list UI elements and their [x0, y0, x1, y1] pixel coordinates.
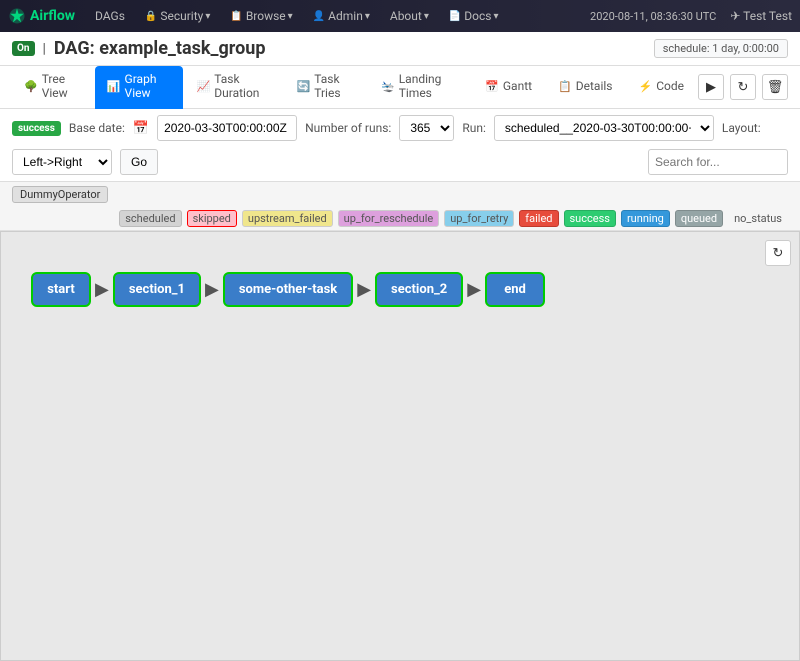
status-badge: success [12, 121, 61, 136]
nav-admin[interactable]: 👤 Admin ▾ [305, 0, 378, 32]
dag-name: example_task_group [99, 38, 265, 59]
legend-skipped: skipped [187, 210, 237, 227]
controls-bar: success Base date: 📅 Number of runs: 365… [0, 109, 800, 182]
gantt-icon: 📅 [485, 80, 499, 93]
layout-label: Layout: [722, 121, 761, 135]
dag-header: On | DAG: example_task_group schedule: 1… [0, 32, 800, 66]
tab-details[interactable]: 📋 Details [546, 73, 624, 102]
layout-select[interactable]: Left->Right Top->Bottom [12, 149, 112, 175]
run-select[interactable]: scheduled__2020-03-30T00:00:00+00:00 [494, 115, 714, 141]
arrow-1: ▶ [95, 279, 109, 300]
legend-scheduled: scheduled [119, 210, 181, 227]
node-start[interactable]: start [31, 272, 91, 307]
legend-failed: failed [519, 210, 558, 227]
main-content: scheduled skipped upstream_failed up_for… [0, 207, 800, 661]
tab-tree-view[interactable]: 🌳 Tree View [12, 66, 93, 109]
base-date-input[interactable] [157, 115, 297, 141]
refresh-button[interactable]: ↻ [730, 74, 756, 100]
tab-gantt[interactable]: 📅 Gantt [473, 73, 544, 102]
nav-browse[interactable]: 📋 Browse ▾ [222, 0, 300, 32]
nav-dags[interactable]: DAGs [87, 0, 133, 32]
play-button[interactable]: ▶ [698, 74, 724, 100]
tab-graph-view[interactable]: 📊 Graph View [95, 66, 183, 109]
legend-upstream-failed: upstream_failed [242, 210, 333, 227]
brand-logo[interactable]: Airflow [8, 7, 75, 25]
tree-icon: 🌳 [24, 80, 38, 93]
code-icon: ⚡ [639, 80, 653, 93]
tab-landing-times[interactable]: 🛬 Landing Times [369, 66, 471, 109]
dag-title: DAG: example_task_group [54, 38, 266, 59]
node-section-1[interactable]: section_1 [113, 272, 201, 307]
tries-icon: 🔄 [297, 80, 311, 93]
nav-about[interactable]: About ▾ [382, 0, 437, 32]
tab-details-label: Details [576, 79, 613, 93]
tab-tries-label: Task Tries [314, 72, 355, 100]
calendar-icon[interactable]: 📅 [133, 121, 149, 136]
tabs-bar: 🌳 Tree View 📊 Graph View 📈 Task Duration… [0, 66, 800, 109]
operator-tag-bar: DummyOperator [0, 182, 800, 207]
delete-button[interactable]: 🗑 [762, 74, 788, 100]
node-end[interactable]: end [485, 272, 545, 307]
legend-running: running [621, 210, 670, 227]
brand-label: Airflow [30, 8, 75, 24]
arrow-3: ▶ [357, 279, 371, 300]
legend-up-for-retry: up_for_retry [444, 210, 514, 227]
dag-flow: start ▶ section_1 ▶ some-other-task ▶ se… [1, 232, 799, 347]
run-label: Run: [462, 121, 486, 135]
duration-icon: 📈 [197, 80, 211, 93]
tab-gantt-label: Gantt [503, 79, 532, 93]
legend-no-status: no_status [728, 210, 788, 227]
status-legend: scheduled skipped upstream_failed up_for… [0, 207, 800, 231]
arrow-2: ▶ [205, 279, 219, 300]
tab-task-tries[interactable]: 🔄 Task Tries [285, 66, 367, 109]
dag-pipe: | [43, 41, 46, 57]
tab-code[interactable]: ⚡ Code [627, 73, 697, 102]
tab-tree-label: Tree View [42, 72, 81, 100]
num-runs-select[interactable]: 365 100 25 [399, 115, 454, 141]
node-section-2[interactable]: section_2 [375, 272, 463, 307]
schedule-badge: schedule: 1 day, 0:00:00 [654, 39, 788, 58]
user-display: ✈ Test Test [720, 9, 792, 23]
legend-queued: queued [675, 210, 723, 227]
top-navbar: Airflow DAGs 🔒 Security ▾ 📋 Browse ▾ 👤 A… [0, 0, 800, 32]
graph-icon: 📊 [107, 80, 121, 93]
operator-tag[interactable]: DummyOperator [12, 186, 108, 203]
go-button[interactable]: Go [120, 149, 158, 175]
tab-task-duration[interactable]: 📈 Task Duration [185, 66, 283, 109]
base-date-label: Base date: [69, 121, 125, 135]
num-runs-label: Number of runs: [305, 121, 391, 135]
legend-up-for-reschedule: up_for_reschedule [338, 210, 440, 227]
node-some-other-task[interactable]: some-other-task [223, 272, 353, 307]
graph-refresh-button[interactable]: ↻ [765, 240, 791, 266]
details-icon: 📋 [558, 80, 572, 93]
datetime-display: 2020-08-11, 08:36:30 UTC [590, 10, 716, 23]
dag-toggle[interactable]: On [12, 41, 35, 56]
arrow-4: ▶ [467, 279, 481, 300]
tab-code-label: Code [656, 79, 684, 93]
search-input[interactable] [648, 149, 788, 175]
landing-icon: 🛬 [381, 80, 395, 93]
nav-security[interactable]: 🔒 Security ▾ [137, 0, 218, 32]
graph-area: ↻ start ▶ section_1 ▶ some-other-task ▶ … [0, 231, 800, 661]
tab-graph-label: Graph View [125, 72, 171, 100]
legend-success: success [564, 210, 616, 227]
tab-duration-label: Task Duration [214, 72, 270, 100]
tab-landing-label: Landing Times [399, 72, 459, 100]
nav-docs[interactable]: 📄 Docs ▾ [441, 0, 507, 32]
